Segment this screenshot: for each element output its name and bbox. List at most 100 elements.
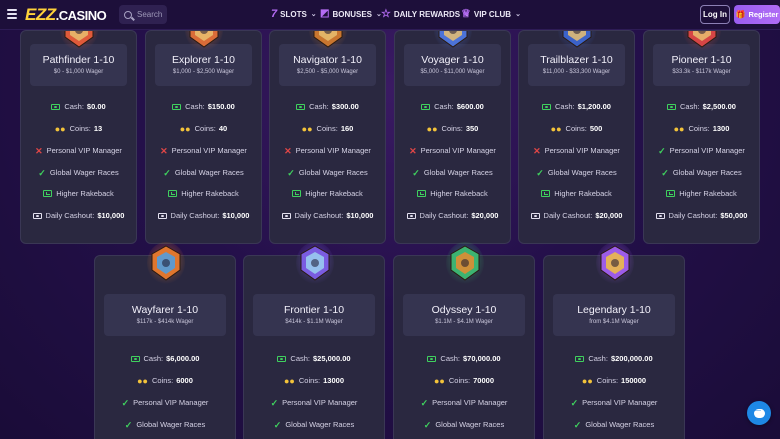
daily-cashout-row-label: Daily Cashout: bbox=[668, 211, 718, 220]
coins-row: ●● Coins: 13000 bbox=[244, 376, 384, 385]
vip-manager-row: ✓ Personal VIP Manager bbox=[644, 146, 759, 155]
vip-tier-card: Pioneer 1-10 $33.3k - $117k Wager Cash: $… bbox=[643, 30, 760, 244]
register-label: Register bbox=[748, 10, 779, 19]
search-input[interactable] bbox=[137, 10, 167, 19]
rakeback-row: Higher Rakeback bbox=[644, 189, 759, 198]
cash-row: Cash: $1,200.00 bbox=[519, 102, 634, 111]
coins-row-label: Coins: bbox=[448, 376, 471, 385]
vip-manager-row-label: Personal VIP Manager bbox=[582, 398, 658, 407]
cash-icon bbox=[296, 103, 306, 110]
vip-manager-row: ✕ Personal VIP Manager bbox=[21, 146, 136, 155]
cash-row-label: Cash: bbox=[680, 102, 700, 111]
nav-slots[interactable]: 7 SLOTS ⌄ bbox=[271, 9, 317, 20]
rakeback-icon bbox=[666, 190, 676, 197]
rakeback-row: Higher Rakeback bbox=[146, 189, 261, 198]
vip-manager-row: ✓ Personal VIP Manager bbox=[95, 398, 235, 407]
nav-daily-rewards[interactable]: ☆ DAILY REWARDS ⌄ bbox=[381, 8, 470, 20]
cashout-icon bbox=[530, 212, 540, 219]
vip-tier-card: Navigator 1-10 $2,500 - $5,000 Wager Cas… bbox=[269, 30, 386, 244]
coins-row: ●● Coins: 500 bbox=[519, 124, 634, 133]
tier-wager: $1.1M - $4.1M Wager bbox=[435, 319, 493, 325]
nav-vip-club[interactable]: ♕ VIP CLUB ⌄ bbox=[461, 9, 521, 20]
tier-name: Pioneer 1-10 bbox=[671, 54, 732, 66]
daily-cashout-row-value: $20,000 bbox=[471, 211, 499, 220]
check-icon: ✓ bbox=[273, 419, 282, 430]
search-box[interactable] bbox=[119, 5, 167, 24]
wager-races-row-label: Global Wager Races bbox=[136, 420, 206, 429]
rakeback-icon bbox=[541, 190, 551, 197]
cash-row-value: $150.00 bbox=[207, 102, 235, 111]
coins-row-label: Coins: bbox=[298, 376, 321, 385]
cash-row-value: $200,000.00 bbox=[610, 354, 653, 363]
tier-wager: from $4.1M Wager bbox=[589, 319, 639, 325]
coins-row: ●● Coins: 1300 bbox=[644, 124, 759, 133]
coins-row: ●● Coins: 40 bbox=[146, 124, 261, 133]
coins-row-label: Coins: bbox=[441, 124, 463, 133]
cash-icon bbox=[575, 355, 585, 362]
cash-icon bbox=[130, 355, 140, 362]
coins-row-label: Coins: bbox=[194, 124, 216, 133]
coins-row-value: 13 bbox=[93, 124, 103, 133]
coins-row: ●● Coins: 70000 bbox=[394, 376, 534, 385]
check-icon: ✓ bbox=[412, 167, 420, 178]
cash-icon bbox=[421, 103, 431, 110]
cashout-icon bbox=[655, 212, 665, 219]
tier-wager: $1,000 - $2,500 Wager bbox=[172, 69, 235, 75]
rakeback-icon bbox=[168, 190, 178, 197]
cash-row-label: Cash: bbox=[588, 354, 608, 363]
wager-races-row: ✓ Global Wager Races bbox=[244, 420, 384, 429]
tier-name: Voyager 1-10 bbox=[421, 54, 484, 66]
cash-row-label: Cash: bbox=[143, 354, 164, 363]
coins-icon: ●● bbox=[179, 123, 191, 134]
rakeback-row-label: Higher Rakeback bbox=[554, 189, 612, 198]
rakeback-icon bbox=[43, 190, 53, 197]
wager-races-row-label: Global Wager Races bbox=[285, 420, 355, 429]
tier-name: Pathfinder 1-10 bbox=[42, 54, 115, 66]
cash-row: Cash: $0.00 bbox=[21, 102, 136, 111]
hamburger-menu-icon[interactable] bbox=[7, 9, 17, 19]
nav-bonuses[interactable]: ◩ BONUSES ⌄ bbox=[320, 9, 382, 19]
coins-row-value: 13000 bbox=[323, 376, 344, 385]
coins-row-value: 350 bbox=[465, 124, 479, 133]
cash-row: Cash: $2,500.00 bbox=[644, 102, 759, 111]
wager-races-row-label: Global Wager Races bbox=[672, 168, 742, 177]
tier-name: Frontier 1-10 bbox=[283, 304, 345, 316]
wager-races-row: ✓ Global Wager Races bbox=[395, 168, 510, 177]
daily-cashout-row: Daily Cashout: $20,000 bbox=[519, 211, 634, 220]
cash-row-label: Cash: bbox=[64, 102, 84, 111]
star-icon: ☆ bbox=[381, 8, 391, 20]
live-chat-button[interactable] bbox=[747, 401, 771, 425]
cash-icon bbox=[427, 355, 437, 362]
vip-manager-row-label: Personal VIP Manager bbox=[544, 146, 620, 155]
vip-manager-row-label: Personal VIP Manager bbox=[420, 146, 496, 155]
chevron-down-icon: ⌄ bbox=[310, 11, 317, 18]
cashout-icon bbox=[32, 212, 42, 219]
check-icon: ✓ bbox=[536, 167, 544, 178]
vip-manager-row-label: Personal VIP Manager bbox=[282, 398, 358, 407]
tier-wager: $0 - $1,000 Wager bbox=[53, 69, 104, 75]
register-button[interactable]: 🎁 Register bbox=[734, 5, 780, 24]
login-button[interactable]: Log In bbox=[700, 5, 730, 24]
site-logo[interactable]: EZZ.CASINO bbox=[25, 5, 107, 25]
cashout-icon bbox=[157, 212, 167, 219]
logo-casino: .CASINO bbox=[55, 8, 107, 23]
cash-row-label: Cash: bbox=[440, 354, 461, 363]
vip-manager-row: ✕ Personal VIP Manager bbox=[270, 146, 385, 155]
wager-races-row-label: Global Wager Races bbox=[423, 168, 493, 177]
coins-icon: ●● bbox=[434, 375, 445, 386]
cash-row-value: $300.00 bbox=[331, 102, 359, 111]
rakeback-row-label: Higher Rakeback bbox=[181, 189, 239, 198]
tier-header: Frontier 1-10 $414k - $1.1M Wager bbox=[253, 294, 375, 336]
coins-row-label: Coins: bbox=[596, 376, 619, 385]
daily-cashout-row-label: Daily Cashout: bbox=[419, 211, 469, 220]
cash-icon bbox=[667, 103, 677, 110]
vip-manager-row: ✕ Personal VIP Manager bbox=[395, 146, 510, 155]
daily-cashout-row-label: Daily Cashout: bbox=[45, 211, 95, 220]
rakeback-row-label: Higher Rakeback bbox=[430, 189, 488, 198]
rakeback-icon bbox=[292, 190, 302, 197]
daily-cashout-row: Daily Cashout: $50,000 bbox=[644, 211, 759, 220]
cash-icon bbox=[51, 103, 61, 110]
daily-cashout-row-value: $10,000 bbox=[97, 211, 125, 220]
cross-icon: ✕ bbox=[409, 145, 417, 156]
cash-row-label: Cash: bbox=[434, 102, 454, 111]
